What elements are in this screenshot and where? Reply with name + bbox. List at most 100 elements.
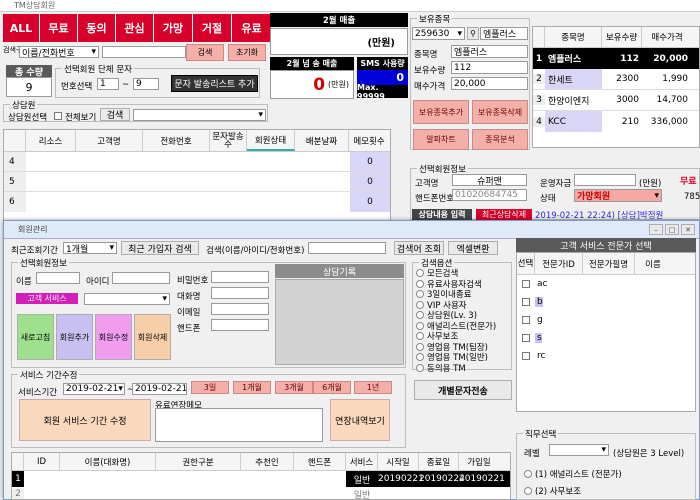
app-title: TM상담회원 (14, 1, 56, 10)
table-row[interactable]: 1 엠플러스 112 20,000 (533, 48, 699, 69)
table-row[interactable]: rc (517, 347, 695, 365)
checkbox-icon[interactable] (522, 298, 530, 306)
radio-icon (524, 470, 532, 479)
add-member-button[interactable]: 회원추가 (56, 314, 93, 360)
month-sales-value: (만원) (270, 28, 408, 55)
fee-label: 운영자금 (540, 179, 572, 189)
minimize-icon[interactable]: – (649, 224, 663, 235)
phone-field[interactable]: 01020684745 (452, 189, 527, 201)
extension-history-button[interactable]: 연장내역보기 (330, 399, 390, 441)
search-type-select[interactable]: 이름/전화번호 ▾ (19, 46, 99, 58)
status-select[interactable]: 가망회원 ▾ (574, 189, 662, 202)
password-input[interactable] (211, 271, 269, 283)
close-icon[interactable]: ✕ (681, 224, 695, 235)
all-view-label: 전체보기 (65, 113, 97, 123)
email-input[interactable] (211, 303, 269, 315)
search-button[interactable]: 검색 (186, 44, 224, 61)
period-6month-button[interactable]: 6개월 (313, 381, 351, 394)
table-row[interactable]: s (517, 329, 695, 347)
recent-member-search-button[interactable]: 최근 가입자 검색 (121, 241, 199, 255)
radio-icon (416, 290, 424, 299)
table-row[interactable]: 60 (4, 192, 390, 212)
job-option-assistant[interactable]: (2) 사무보조 (524, 486, 581, 497)
table-row[interactable]: 3 한양이엔지 3000 14,700 (533, 90, 699, 111)
extension-memo-input[interactable] (155, 408, 323, 442)
consultant-select[interactable]: ▾ (133, 109, 266, 121)
alpha-chart-button[interactable]: 알파차트 (413, 129, 469, 150)
member-name-field[interactable]: 슈퍼맨 (452, 174, 527, 186)
range-from-input[interactable]: 1 (97, 78, 119, 90)
table-row[interactable]: b (517, 293, 695, 311)
level-select[interactable]: ▾ (549, 444, 609, 456)
recent-period-select[interactable]: 1개월 ▾ (63, 242, 117, 254)
service-to-date[interactable]: 2019-02-21▾ (132, 383, 187, 395)
all-view-checkbox[interactable] (54, 112, 62, 120)
tab-interest[interactable]: 관심 (116, 14, 154, 42)
handphone-input[interactable] (211, 319, 269, 331)
range-to-input[interactable]: 9 (133, 78, 159, 90)
tab-all[interactable]: ALL (3, 14, 40, 42)
delete-member-button[interactable]: 회원삭제 (134, 314, 171, 360)
nickname-input[interactable] (211, 287, 269, 299)
maximize-icon[interactable]: □ (665, 224, 679, 235)
stock-label: 종목명 (414, 50, 438, 60)
level-note: (상담원은 3 Level) (613, 449, 685, 459)
delete-recent-consult-button[interactable]: 최근상담삭제 (476, 209, 532, 220)
delete-holding-button[interactable]: 보유종목삭제 (472, 100, 528, 124)
edit-member-button[interactable]: 회원수정 (95, 314, 132, 360)
job-option-analyst[interactable]: (1) 애널리스트 (전문가) (524, 469, 622, 480)
chevron-down-icon: ▾ (601, 445, 606, 455)
tab-prospect[interactable]: 가망 (154, 14, 193, 42)
tab-agree[interactable]: 동의 (78, 14, 116, 42)
checkbox-icon[interactable] (522, 316, 530, 324)
option-agree-tm[interactable]: 동의용 TM (416, 363, 496, 374)
individual-sms-button[interactable]: 개별문자전송 (414, 380, 512, 400)
table-row[interactable]: 2 일반 (12, 487, 510, 499)
tab-free[interactable]: 무료 (40, 14, 78, 42)
tab-paid[interactable]: 유료 (232, 14, 271, 42)
refresh-button[interactable]: 새로고침 (17, 314, 54, 360)
consult-record-area[interactable] (275, 279, 404, 365)
nickname-label: 대화명 (177, 292, 201, 302)
price-label: 매수가격 (414, 82, 446, 92)
table-row[interactable]: ac (517, 275, 695, 293)
price-input[interactable]: 20,000 (451, 77, 528, 90)
period-1month-button[interactable]: 1개월 (233, 381, 271, 394)
table-row[interactable]: 40 (4, 152, 390, 172)
chevron-down-icon: ▾ (109, 243, 114, 253)
period-3month-button[interactable]: 3개월 (275, 381, 313, 394)
stock-name-input[interactable]: 엠플러스 (451, 45, 528, 58)
excel-export-button[interactable]: 엑셀변환 (448, 241, 498, 255)
table-row[interactable]: 4 KCC 210 336,000 (533, 111, 699, 132)
tab-rejected[interactable]: 거절 (193, 14, 232, 42)
keyword-search-button[interactable]: 검색어 조회 (394, 241, 444, 255)
popup-id-input[interactable] (112, 272, 170, 284)
service-from-date[interactable]: 2019-02-21 ▾ (63, 383, 125, 395)
table-row[interactable]: 2 한세트 2300 1,990 (533, 69, 699, 90)
radio-icon (416, 321, 424, 330)
member-table: 리소스 고객명 전화번호 문자발송수 회원상태 배분날짜 메모횟수 40 50 … (3, 129, 391, 229)
table-row[interactable]: 1 일반 20190221 20190224 20190221 (12, 471, 510, 487)
add-send-list-button[interactable]: 문자 발송리스트 추가 (171, 75, 258, 92)
reset-button[interactable]: 초기화 (228, 44, 266, 61)
table-row[interactable]: 50 (4, 172, 390, 192)
add-holding-button[interactable]: 보유종목추가 (413, 100, 469, 124)
popup-name-input[interactable] (36, 272, 80, 284)
stock-code-select[interactable]: 259630 ▾ (412, 27, 465, 40)
edit-service-period-button[interactable]: 회원 서비스 기간 수정 (19, 399, 151, 441)
service-select[interactable]: ▾ (84, 293, 170, 305)
stock-search-icon[interactable]: ⚲ (467, 27, 479, 40)
fee-field[interactable] (574, 174, 636, 186)
checkbox-icon[interactable] (522, 352, 530, 360)
checkbox-icon[interactable] (522, 280, 530, 288)
consultant-search-button[interactable]: 검색 (100, 108, 130, 121)
search-input[interactable] (102, 46, 186, 58)
checkbox-icon[interactable] (522, 334, 530, 342)
period-3day-button[interactable]: 3일 (191, 381, 229, 394)
popup-search-input[interactable] (308, 242, 386, 254)
stock-analysis-button[interactable]: 종목분석 (472, 129, 528, 150)
table-row[interactable]: g (517, 311, 695, 329)
radio-icon (416, 332, 424, 341)
qty-input[interactable]: 112 (451, 61, 528, 74)
period-1year-button[interactable]: 1년 (354, 381, 392, 394)
